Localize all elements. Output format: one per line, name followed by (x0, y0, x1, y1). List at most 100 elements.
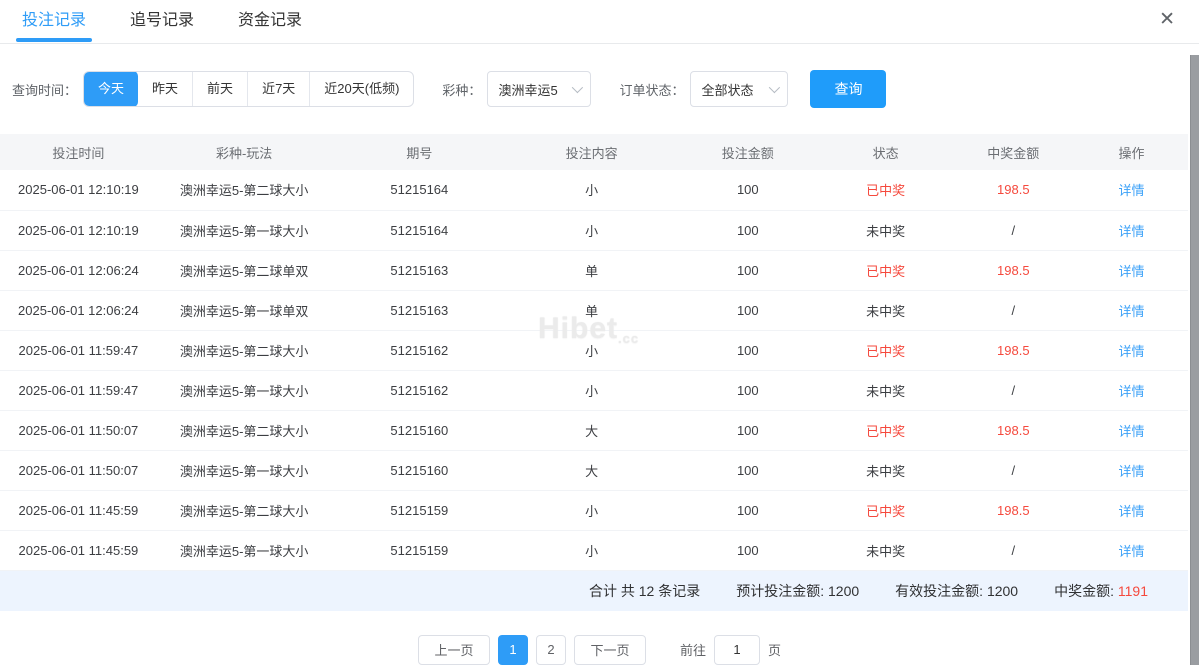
summary-prize: 中奖金额: 1191 (1054, 582, 1148, 599)
bet-records-modal: 投注记录 追号记录 资金记录 ✕ 查询时间： 今天 昨天 前天 近7天 近20天… (0, 0, 1199, 665)
time-option-day-before[interactable]: 前天 (192, 72, 247, 106)
cell-bet-amount: 100 (675, 170, 820, 211)
detail-link[interactable]: 详情 (1119, 224, 1145, 239)
cell-prize: 198.5 (951, 330, 1076, 371)
time-option-20days[interactable]: 近20天(低频) (309, 72, 413, 106)
background-scrollbar[interactable] (1190, 55, 1199, 665)
cell-bet-content: 小 (507, 490, 676, 531)
cell-bet-amount: 100 (675, 530, 820, 571)
query-button[interactable]: 查询 (810, 70, 887, 108)
cell-bet-amount: 100 (675, 290, 820, 331)
cell-bet-amount: 100 (675, 330, 820, 371)
cell-issue: 51215162 (331, 330, 508, 371)
table-row: 2025-06-01 12:10:19 澳洲幸运5-第二球大小 51215164 小 1… (0, 170, 1188, 211)
prev-page-button[interactable]: 上一页 (417, 634, 490, 665)
header-game-play: 彩种-玩法 (156, 134, 332, 170)
cell-bet-amount: 100 (675, 490, 820, 531)
order-status-label: 订单状态： (619, 82, 685, 98)
chevron-down-icon (769, 81, 781, 94)
detail-link[interactable]: 详情 (1119, 183, 1145, 198)
next-page-button[interactable]: 下一页 (573, 634, 646, 665)
cell-action: 详情 (1075, 450, 1188, 491)
cell-game-play: 澳洲幸运5-第二球单双 (156, 250, 332, 291)
bet-table-body: 2025-06-01 12:10:19 澳洲幸运5-第二球大小 51215164 小 1… (0, 170, 1188, 571)
cell-game-play: 澳洲幸运5-第一球大小 (156, 530, 332, 571)
cell-bet-content: 小 (507, 330, 676, 371)
page-number-1[interactable]: 1 (497, 634, 528, 665)
goto-label: 前往 (679, 643, 706, 658)
cell-bet-content: 小 (507, 170, 676, 211)
detail-link[interactable]: 详情 (1119, 504, 1145, 519)
table-row: 2025-06-01 11:45:59 澳洲幸运5-第二球大小 51215159 小 1… (0, 490, 1188, 531)
tab-bet-records[interactable]: 投注记录 (15, 0, 93, 44)
cell-issue: 51215159 (331, 530, 508, 571)
table-row: 2025-06-01 12:06:24 澳洲幸运5-第一球单双 51215163 单 1… (0, 290, 1188, 331)
summary-total: 合计 共 12 条记录 (588, 582, 701, 599)
time-option-7days[interactable]: 近7天 (247, 72, 309, 106)
cell-game-play: 澳洲幸运5-第二球大小 (156, 490, 332, 531)
cell-game-play: 澳洲幸运5-第一球大小 (156, 210, 332, 251)
cell-bet-content: 大 (507, 410, 676, 451)
time-option-today[interactable]: 今天 (84, 72, 139, 106)
cell-status: 已中奖 (819, 330, 952, 371)
cell-status: 未中奖 (819, 370, 952, 411)
time-range-group: 今天 昨天 前天 近7天 近20天(低频) (83, 71, 415, 107)
order-status-select[interactable]: 全部状态 (690, 71, 789, 107)
cell-status: 未中奖 (819, 450, 952, 491)
cell-action: 详情 (1075, 410, 1188, 451)
cell-status: 已中奖 (819, 250, 952, 291)
table-row: 2025-06-01 11:50:07 澳洲幸运5-第一球大小 51215160 大 1… (0, 450, 1188, 491)
cell-bet-time: 2025-06-01 11:59:47 (0, 370, 157, 411)
close-icon[interactable]: ✕ (1159, 10, 1175, 29)
cell-prize: / (951, 290, 1076, 331)
table-header-row: 投注时间 彩种-玩法 期号 投注内容 投注金额 状态 中奖金额 操作 (0, 134, 1188, 170)
cell-bet-amount: 100 (675, 410, 820, 451)
goto-page: 前往 页 (679, 634, 781, 665)
goto-page-input[interactable] (714, 634, 760, 665)
table-row: 2025-06-01 12:06:24 澳洲幸运5-第二球单双 51215163 单 1… (0, 250, 1188, 291)
table-row: 2025-06-01 11:59:47 澳洲幸运5-第二球大小 51215162 小 1… (0, 330, 1188, 371)
cell-issue: 51215164 (331, 170, 508, 211)
cell-bet-amount: 100 (675, 450, 820, 491)
cell-status: 已中奖 (819, 410, 952, 451)
cell-status: 未中奖 (819, 210, 952, 251)
cell-action: 详情 (1075, 490, 1188, 531)
tab-bar: 投注记录 追号记录 资金记录 ✕ (0, 0, 1199, 44)
page-number-2[interactable]: 2 (535, 634, 566, 665)
cell-game-play: 澳洲幸运5-第一球大小 (156, 370, 332, 411)
tab-fund-records[interactable]: 资金记录 (238, 0, 302, 44)
cell-action: 详情 (1075, 250, 1188, 291)
lottery-select[interactable]: 澳洲幸运5 (487, 71, 592, 107)
cell-bet-time: 2025-06-01 11:45:59 (0, 530, 157, 571)
summary-valid: 有效投注金额: 1200 (895, 582, 1019, 599)
table-row: 2025-06-01 11:59:47 澳洲幸运5-第一球大小 51215162 小 1… (0, 370, 1188, 411)
cell-bet-time: 2025-06-01 11:50:07 (0, 450, 157, 491)
cell-bet-time: 2025-06-01 11:50:07 (0, 410, 157, 451)
cell-bet-time: 2025-06-01 12:10:19 (0, 170, 157, 211)
detail-link[interactable]: 详情 (1119, 304, 1145, 319)
header-bet-amount: 投注金额 (675, 134, 820, 170)
cell-bet-amount: 100 (675, 370, 820, 411)
table-row: 2025-06-01 12:10:19 澳洲幸运5-第一球大小 51215164 小 1… (0, 210, 1188, 251)
time-option-yesterday[interactable]: 昨天 (138, 72, 192, 106)
cell-bet-content: 单 (507, 250, 676, 291)
detail-link[interactable]: 详情 (1119, 464, 1145, 479)
cell-game-play: 澳洲幸运5-第二球大小 (156, 330, 332, 371)
cell-issue: 51215163 (331, 250, 508, 291)
cell-bet-time: 2025-06-01 11:59:47 (0, 330, 157, 371)
detail-link[interactable]: 详情 (1119, 544, 1145, 559)
summary-expected: 预计投注金额: 1200 (736, 582, 860, 599)
tab-chase-records[interactable]: 追号记录 (130, 0, 194, 44)
detail-link[interactable]: 详情 (1119, 344, 1145, 359)
detail-link[interactable]: 详情 (1119, 424, 1145, 439)
order-status-value: 全部状态 (701, 82, 754, 98)
detail-link[interactable]: 详情 (1119, 264, 1145, 279)
pagination: 上一页 1 2 下一页 前往 页 (0, 634, 1199, 665)
cell-bet-content: 小 (507, 530, 676, 571)
cell-prize: 198.5 (951, 250, 1076, 291)
cell-prize: 198.5 (951, 410, 1076, 451)
detail-link[interactable]: 详情 (1119, 384, 1145, 399)
cell-action: 详情 (1075, 290, 1188, 331)
cell-bet-time: 2025-06-01 11:45:59 (0, 490, 157, 531)
cell-status: 已中奖 (819, 490, 952, 531)
